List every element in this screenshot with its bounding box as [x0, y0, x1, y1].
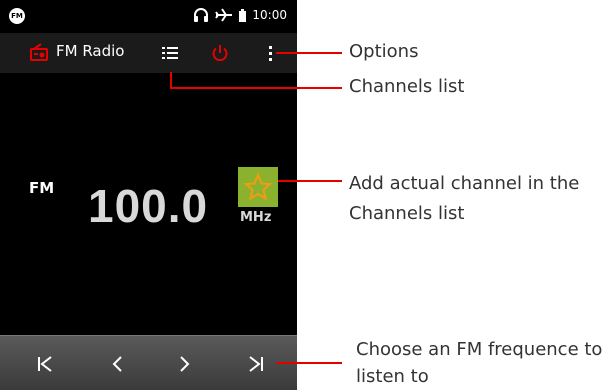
- options-callout-line: [276, 52, 342, 54]
- status-icons: 10:00: [193, 6, 287, 24]
- frequency-display: 100.0: [88, 180, 209, 232]
- seek-previous-icon: [38, 356, 52, 372]
- battery-icon: [239, 8, 247, 22]
- add-channel-callout-line: [278, 180, 342, 182]
- headphones-icon: [193, 7, 209, 23]
- step-forward-icon: [180, 356, 190, 372]
- phone-screen: FM 10:00 FM Radio FM 100.0 MHz: [0, 0, 297, 390]
- step-back-button[interactable]: [106, 352, 130, 376]
- choose-freq-callout-line1: Choose an FM frequence to: [356, 339, 603, 360]
- status-time: 10:00: [252, 8, 287, 22]
- channels-callout-line: [170, 87, 342, 89]
- add-favorite-button[interactable]: [238, 167, 278, 207]
- seek-previous-button[interactable]: [33, 352, 57, 376]
- power-icon: [212, 45, 228, 62]
- frequency-unit: MHz: [240, 210, 272, 225]
- channels-list-button[interactable]: [158, 41, 182, 65]
- add-channel-callout-line1: Add actual channel in the: [349, 173, 580, 194]
- band-label: FM: [29, 179, 55, 197]
- action-bar: FM Radio: [0, 33, 297, 73]
- step-back-icon: [112, 356, 122, 372]
- options-callout: Options: [349, 41, 419, 62]
- power-button[interactable]: [208, 41, 232, 65]
- channels-callout: Channels list: [349, 76, 465, 97]
- airplane-mode-icon: [215, 8, 233, 22]
- choose-freq-callout-line2: listen to: [356, 366, 429, 387]
- radio-app-icon: [29, 42, 49, 62]
- app-title: FM Radio: [56, 42, 125, 60]
- tuning-controls: [0, 335, 297, 390]
- seek-next-button[interactable]: [244, 352, 268, 376]
- seek-next-icon: [249, 356, 263, 372]
- channels-list-icon: [162, 47, 178, 59]
- step-forward-button[interactable]: [172, 352, 196, 376]
- add-channel-callout-line2: Channels list: [349, 203, 465, 224]
- star-icon: [243, 172, 273, 201]
- choose-freq-callout-line: [276, 362, 342, 364]
- fm-status-icon: FM: [9, 8, 25, 24]
- tuner-display: FM 100.0 MHz: [0, 73, 297, 335]
- status-bar: FM 10:00: [0, 0, 297, 33]
